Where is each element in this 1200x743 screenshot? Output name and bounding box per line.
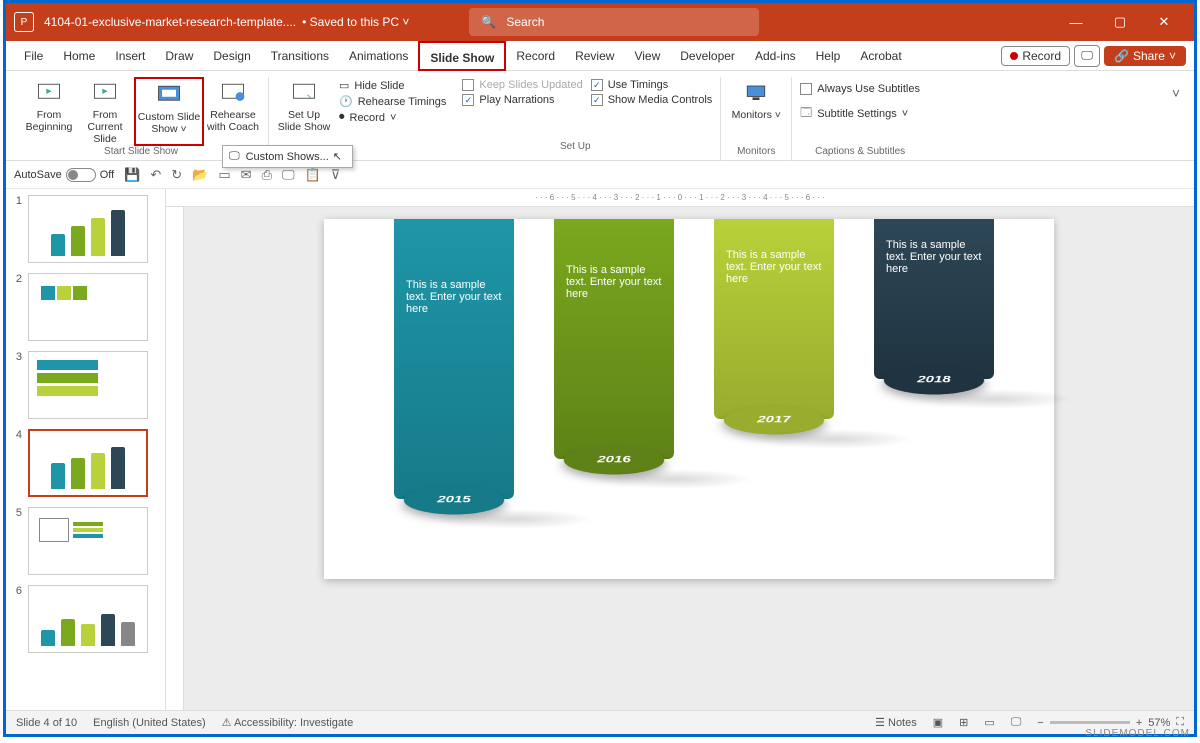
tab-developer[interactable]: Developer [670, 41, 745, 71]
sorter-view-icon[interactable]: ⊞ [959, 716, 968, 729]
notes-button[interactable]: ☰ Notes [875, 716, 917, 729]
record-button[interactable]: Record [1001, 46, 1070, 66]
tab-help[interactable]: Help [806, 41, 851, 71]
slide-text: This is a sample text. Enter your text h… [406, 279, 502, 315]
tab-insert[interactable]: Insert [105, 41, 155, 71]
tab-slide-show[interactable]: Slide Show [418, 41, 506, 71]
zoom-in-icon[interactable]: + [1136, 717, 1142, 729]
save-icon[interactable]: 💾 [124, 167, 140, 183]
autosave-toggle[interactable]: AutoSave Off [14, 168, 114, 182]
record-dropdown[interactable]: ⏺ Record ˅ [339, 111, 446, 124]
slide-text: This is a sample text. Enter your text h… [566, 264, 662, 300]
custom-slide-show-button[interactable]: Custom Slide Show ˅ [134, 77, 204, 146]
quick-access-toolbar: AutoSave Off 💾 ↶ ↻ 📂 ▭ ✉ ⎙ 🖵 📋 ⊽ [6, 161, 1194, 189]
slide-counter[interactable]: Slide 4 of 10 [16, 717, 77, 729]
tab-acrobat[interactable]: Acrobat [850, 41, 911, 71]
subtitle-settings-button[interactable]: 🗔 Subtitle Settings ˅ [800, 104, 920, 123]
search-icon: 🔍 [481, 15, 496, 29]
new-icon[interactable]: ▭ [218, 167, 230, 183]
undo-icon[interactable]: ↶ [150, 167, 161, 183]
search-placeholder: Search [506, 15, 544, 29]
slide-text: This is a sample text. Enter your text h… [886, 239, 982, 275]
tab-review[interactable]: Review [565, 41, 624, 71]
tab-record[interactable]: Record [506, 41, 565, 71]
reading-view-icon[interactable]: ▭ [984, 716, 994, 729]
quick-print-icon[interactable]: ⎙ [262, 167, 272, 183]
thumbnail-5[interactable]: 5 [10, 507, 161, 575]
slideshow-view-icon[interactable]: 🖵 [1011, 716, 1022, 729]
title-bar: P 4104-01-exclusive-market-research-temp… [6, 3, 1194, 41]
open-icon[interactable]: 📂 [192, 167, 208, 183]
custom-shows-menu-item[interactable]: 🖵 Custom Shows... ↖ [222, 145, 353, 168]
tab-view[interactable]: View [624, 41, 670, 71]
paste-icon[interactable]: 📋 [305, 167, 321, 183]
save-status[interactable]: • Saved to this PC ˅ [302, 15, 409, 29]
present-icon[interactable]: 🖵 [282, 167, 295, 183]
tab-draw[interactable]: Draw [155, 41, 203, 71]
status-bar: Slide 4 of 10 English (United States) ⚠ … [6, 710, 1194, 734]
minimize-button[interactable]: — [1054, 3, 1098, 41]
close-button[interactable]: ✕ [1142, 3, 1186, 41]
from-current-slide-button[interactable]: From Current Slide [78, 77, 132, 146]
group-captions: Always Use Subtitles 🗔 Subtitle Settings… [792, 77, 928, 161]
tab-home[interactable]: Home [53, 41, 105, 71]
set-up-slide-show-button[interactable]: Set Up Slide Show [277, 77, 331, 133]
slide-thumbnail-panel: 1 2 3 4 5 6 [6, 189, 166, 710]
tab-design[interactable]: Design [203, 41, 260, 71]
zoom-level[interactable]: 57% [1148, 717, 1170, 729]
watermark: SLIDEMODEL.COM [1085, 728, 1190, 739]
keep-slides-updated-checkbox[interactable]: Keep Slides Updated [462, 79, 582, 91]
thumbnail-3[interactable]: 3 [10, 351, 161, 419]
vertical-ruler [166, 207, 184, 710]
monitors-button[interactable]: Monitors ˅ [729, 77, 783, 146]
slide-canvas[interactable]: This is a sample text. Enter your text h… [184, 207, 1194, 710]
language-status[interactable]: English (United States) [93, 717, 206, 729]
projector-icon: 🖵 [229, 150, 240, 163]
hide-slide-button[interactable]: ▭ Hide Slide [339, 79, 446, 92]
collapse-ribbon-icon[interactable]: ˅ [1166, 77, 1186, 109]
thumbnail-4[interactable]: 4 [10, 429, 161, 497]
zoom-out-icon[interactable]: − [1037, 717, 1043, 729]
tab-animations[interactable]: Animations [339, 41, 418, 71]
email-icon[interactable]: ✉ [241, 167, 252, 183]
current-slide: This is a sample text. Enter your text h… [324, 219, 1054, 579]
from-beginning-button[interactable]: From Beginning [22, 77, 76, 146]
ribbon: From Beginning From Current Slide Custom… [6, 71, 1194, 161]
always-use-subtitles-checkbox[interactable]: Always Use Subtitles [800, 83, 920, 95]
tab-transitions[interactable]: Transitions [261, 41, 339, 71]
thumbnail-2[interactable]: 2 [10, 273, 161, 341]
rehearse-with-coach-button[interactable]: Rehearse with Coach [206, 77, 260, 146]
normal-view-icon[interactable]: ▣ [933, 716, 943, 729]
horizontal-ruler: · · · 6 · · · 5 · · · 4 · · · 3 · · · 2 … [166, 189, 1194, 207]
zoom-slider[interactable] [1050, 721, 1130, 724]
present-mode-icon[interactable]: 🖵 [1074, 45, 1100, 67]
cursor-icon: ↖ [333, 150, 342, 163]
accessibility-status[interactable]: ⚠ Accessibility: Investigate [222, 716, 354, 729]
use-timings-checkbox[interactable]: ✓Use Timings [591, 79, 713, 91]
thumbnail-6[interactable]: 6 [10, 585, 161, 653]
show-media-controls-checkbox[interactable]: ✓Show Media Controls [591, 94, 713, 106]
group-monitors: Monitors ˅ Monitors [721, 77, 792, 161]
more-icon[interactable]: ⊽ [331, 167, 341, 183]
redo-icon[interactable]: ↻ [171, 167, 182, 183]
tab-addins[interactable]: Add-ins [745, 41, 806, 71]
play-narrations-checkbox[interactable]: ✓Play Narrations [462, 94, 582, 106]
share-button[interactable]: 🔗 Share ˅ [1104, 46, 1186, 66]
app-icon: P [14, 12, 34, 32]
menu-bar: File Home Insert Draw Design Transitions… [6, 41, 1194, 71]
document-name: 4104-01-exclusive-market-research-templa… [44, 15, 296, 29]
tab-file[interactable]: File [14, 41, 53, 71]
slide-text: This is a sample text. Enter your text h… [726, 249, 822, 285]
thumbnail-1[interactable]: 1 [10, 195, 161, 263]
search-box[interactable]: 🔍 Search [469, 8, 759, 36]
maximize-button[interactable]: ▢ [1098, 3, 1142, 41]
rehearse-timings-button[interactable]: 🕐 Rehearse Timings [339, 95, 446, 108]
